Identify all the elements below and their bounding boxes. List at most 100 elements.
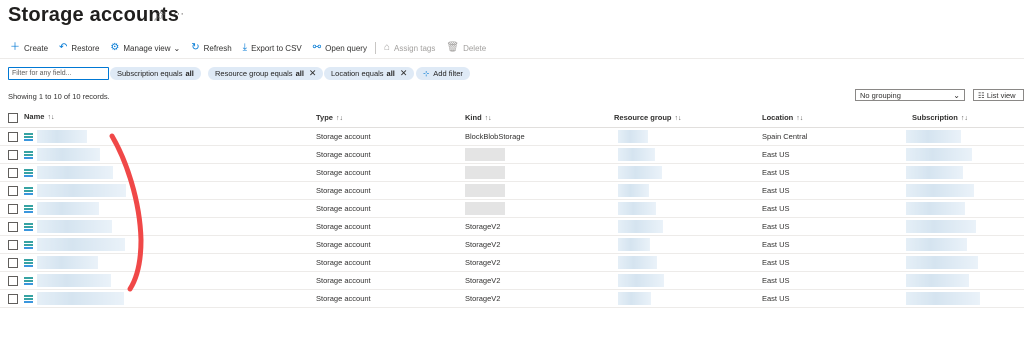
redacted-subscription[interactable] [906, 274, 969, 287]
resource-group-cell[interactable] [614, 217, 762, 236]
name-cell[interactable] [0, 145, 316, 164]
subscription-filter-pill[interactable]: Subscription equals all [110, 67, 201, 80]
create-button[interactable]: ＋ Create [10, 43, 48, 53]
redacted-subscription[interactable] [906, 256, 978, 269]
table-row[interactable]: Storage account East US [0, 199, 1024, 218]
subscription-cell[interactable] [906, 289, 1024, 308]
redacted-resource-group[interactable] [618, 256, 657, 269]
subscription-cell[interactable] [906, 199, 1024, 218]
redacted-name[interactable] [37, 166, 113, 179]
pin-icon[interactable]: 📌︎ [153, 9, 167, 22]
redacted-subscription[interactable] [906, 166, 963, 179]
subscription-cell[interactable] [906, 217, 1024, 236]
resource-group-filter-pill[interactable]: Resource group equals all ✕ [208, 67, 324, 80]
column-header-location[interactable]: Location ↑↓ [762, 108, 912, 128]
table-row[interactable]: Storage account East US [0, 145, 1024, 164]
sort-icon[interactable]: ↑↓ [796, 115, 803, 122]
grouping-dropdown[interactable]: No grouping ⌄ [855, 89, 965, 101]
column-header-resource-group[interactable]: Resource group ↑↓ [614, 108, 762, 128]
sort-icon[interactable]: ↑↓ [485, 115, 492, 122]
column-header-kind[interactable]: Kind ↑↓ [465, 108, 614, 128]
redacted-subscription[interactable] [906, 292, 980, 305]
subscription-cell[interactable] [906, 145, 1024, 164]
close-icon[interactable]: ✕ [309, 67, 317, 80]
table-row[interactable]: Storage account BlockBlobStorage Spain Cen… [0, 127, 1024, 146]
redacted-name[interactable] [37, 220, 112, 233]
resource-group-cell[interactable] [614, 235, 762, 254]
export-csv-button[interactable]: ⤓ Export to CSV [243, 43, 302, 53]
column-header-subscription[interactable]: Subscription ↑↓ [912, 108, 1024, 128]
subscription-cell[interactable] [906, 127, 1024, 146]
sort-icon[interactable]: ↑↓ [47, 114, 54, 121]
select-all-checkbox[interactable] [8, 112, 18, 123]
table-row[interactable]: Storage account StorageV2 East US [0, 271, 1024, 290]
redacted-subscription[interactable] [906, 202, 965, 215]
filter-input[interactable]: Filter for any field... [8, 67, 109, 80]
subscription-cell[interactable] [906, 163, 1024, 182]
redacted-resource-group[interactable] [618, 166, 662, 179]
name-cell[interactable] [0, 271, 316, 290]
list-view-button[interactable]: ☷ List view [973, 89, 1024, 101]
redacted-name[interactable] [37, 202, 99, 215]
redacted-name[interactable] [37, 148, 100, 161]
name-cell[interactable] [0, 127, 316, 146]
close-icon[interactable]: ✕ [400, 67, 408, 80]
table-row[interactable]: Storage account East US [0, 181, 1024, 200]
redacted-name[interactable] [37, 184, 126, 197]
resource-group-cell[interactable] [614, 253, 762, 272]
column-header-type[interactable]: Type ↑↓ [316, 108, 465, 128]
redacted-name[interactable] [37, 238, 125, 251]
subscription-cell[interactable] [906, 271, 1024, 290]
sort-icon[interactable]: ↑↓ [961, 115, 968, 122]
resource-group-cell[interactable] [614, 199, 762, 218]
redacted-resource-group[interactable] [618, 238, 650, 251]
redacted-name[interactable] [37, 256, 98, 269]
row-checkbox[interactable] [8, 203, 18, 214]
location-filter-pill[interactable]: Location equals all ✕ [324, 67, 415, 80]
resource-group-cell[interactable] [614, 163, 762, 182]
sort-icon[interactable]: ↑↓ [675, 115, 682, 122]
table-row[interactable]: Storage account StorageV2 East US [0, 253, 1024, 272]
name-cell[interactable] [0, 289, 316, 308]
redacted-resource-group[interactable] [618, 292, 651, 305]
redacted-subscription[interactable] [906, 238, 967, 251]
subscription-cell[interactable] [906, 235, 1024, 254]
subscription-cell[interactable] [906, 181, 1024, 200]
assign-tags-button[interactable]: ⌂ Assign tags [384, 43, 435, 53]
redacted-resource-group[interactable] [618, 148, 655, 161]
redacted-resource-group[interactable] [618, 184, 649, 197]
row-checkbox[interactable] [8, 221, 18, 232]
table-row[interactable]: Storage account StorageV2 East US [0, 235, 1024, 254]
row-checkbox[interactable] [8, 257, 18, 268]
manage-view-button[interactable]: ⚙ Manage view ⌄ [110, 43, 180, 53]
name-cell[interactable] [0, 181, 316, 200]
name-cell[interactable] [0, 217, 316, 236]
table-row[interactable]: Storage account StorageV2 East US [0, 217, 1024, 236]
redacted-resource-group[interactable] [618, 130, 648, 143]
refresh-button[interactable]: ↻ Refresh [191, 43, 231, 53]
resource-group-cell[interactable] [614, 271, 762, 290]
name-cell[interactable] [0, 235, 316, 254]
row-checkbox[interactable] [8, 131, 18, 142]
delete-button[interactable]: 🗑︎ Delete [446, 43, 486, 53]
subscription-cell[interactable] [906, 253, 1024, 272]
row-checkbox[interactable] [8, 167, 18, 178]
row-checkbox[interactable] [8, 239, 18, 250]
redacted-subscription[interactable] [906, 184, 974, 197]
redacted-name[interactable] [37, 292, 124, 305]
redacted-subscription[interactable] [906, 220, 976, 233]
redacted-resource-group[interactable] [618, 274, 664, 287]
redacted-name[interactable] [37, 130, 87, 143]
redacted-subscription[interactable] [906, 148, 972, 161]
add-filter-button[interactable]: ⊹ Add filter [416, 67, 470, 80]
resource-group-cell[interactable] [614, 145, 762, 164]
resource-group-cell[interactable] [614, 289, 762, 308]
resource-group-cell[interactable] [614, 181, 762, 200]
name-cell[interactable] [0, 199, 316, 218]
row-checkbox[interactable] [8, 185, 18, 196]
name-cell[interactable] [0, 253, 316, 272]
row-checkbox[interactable] [8, 275, 18, 286]
column-header-name[interactable]: Name ↑↓ [0, 108, 316, 128]
resource-group-cell[interactable] [614, 127, 762, 146]
restore-button[interactable]: ↶ Restore [59, 43, 99, 53]
